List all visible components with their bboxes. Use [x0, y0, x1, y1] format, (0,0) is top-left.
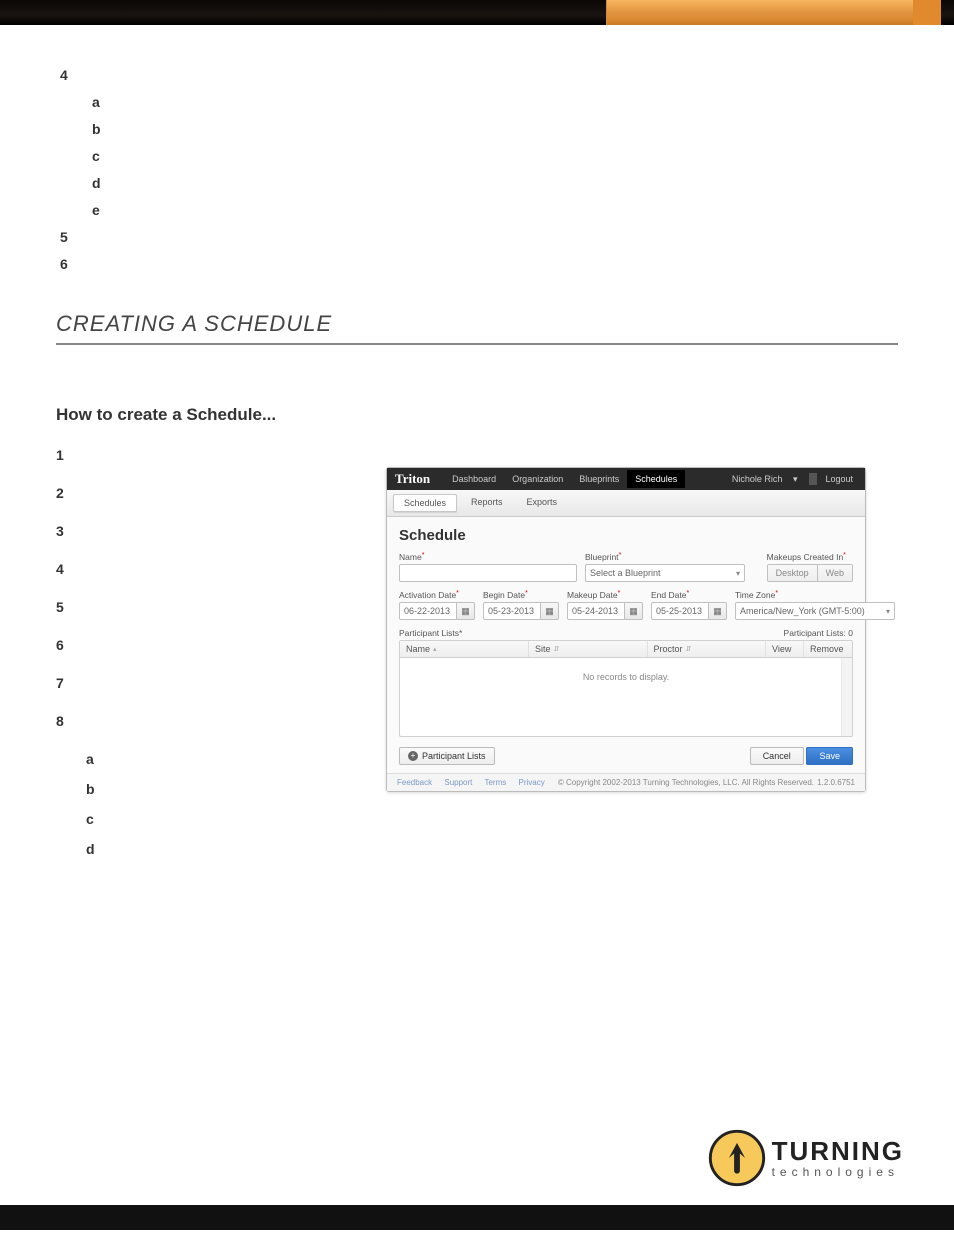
substep-letter: a: [86, 751, 110, 767]
list-letter: c: [88, 146, 114, 167]
list-letter: d: [88, 173, 114, 194]
list-number: 4: [56, 65, 86, 86]
step-number: 2: [56, 485, 82, 501]
app-screenshot: Triton Dashboard Organization Blueprints…: [386, 467, 866, 792]
logo-text-main: TURNING: [772, 1138, 904, 1164]
save-button[interactable]: Save: [806, 747, 853, 765]
makeup-date-input[interactable]: 05-24-2013▦: [567, 602, 643, 620]
step-number: 4: [56, 561, 82, 577]
footer-copyright: © Copyright 2002-2013 Turning Technologi…: [558, 778, 814, 787]
step-number: 5: [56, 599, 82, 615]
footer-privacy[interactable]: Privacy: [519, 778, 545, 787]
sub-nav: Schedules Reports Exports: [387, 490, 865, 517]
grid-empty: No records to display. ▴ ▾: [400, 658, 852, 736]
footer-version: 1.2.0.6751: [817, 778, 855, 787]
bottom-band: [0, 1205, 954, 1230]
activation-date-input[interactable]: 06-22-2013▦: [399, 602, 475, 620]
list-letter: a: [88, 92, 114, 113]
upper-numbered-list: 4 a b c d e 5 6: [56, 65, 898, 275]
main-nav: Dashboard Organization Blueprints Schedu…: [444, 470, 685, 488]
list-letter: b: [88, 119, 114, 140]
page-body: 4 a b c d e 5 6 CREATING A SCHEDULE How …: [0, 25, 954, 1205]
nav-schedules[interactable]: Schedules: [627, 470, 685, 488]
nav-blueprints[interactable]: Blueprints: [571, 470, 627, 488]
nav-dashboard[interactable]: Dashboard: [444, 470, 504, 488]
chevron-down-icon: ▾: [789, 474, 802, 484]
calendar-icon[interactable]: ▦: [625, 602, 643, 620]
makeups-label: Makeups Created In*: [767, 552, 853, 562]
section-title: CREATING A SCHEDULE: [56, 311, 898, 345]
col-name[interactable]: Name▴: [400, 641, 529, 657]
timezone-label: Time Zone*: [735, 590, 895, 600]
subnav-exports[interactable]: Exports: [517, 494, 568, 512]
calendar-icon[interactable]: ▦: [709, 602, 727, 620]
subnav-schedules[interactable]: Schedules: [393, 494, 457, 512]
sort-icon: ▴: [433, 645, 437, 653]
calendar-icon[interactable]: ▦: [541, 602, 559, 620]
footer-feedback[interactable]: Feedback: [397, 778, 432, 787]
seg-web[interactable]: Web: [817, 565, 852, 581]
participant-lists-label: Participant Lists*: [399, 628, 462, 638]
step-number: 3: [56, 523, 82, 539]
app-topbar: Triton Dashboard Organization Blueprints…: [387, 468, 865, 490]
end-date-input[interactable]: 05-25-2013▦: [651, 602, 727, 620]
makeups-segmented[interactable]: Desktop Web: [767, 564, 853, 582]
name-input[interactable]: [399, 564, 577, 582]
sort-icon: ⇵: [686, 645, 692, 653]
col-site[interactable]: Site⇵: [529, 641, 647, 657]
participant-lists-count: Participant Lists: 0: [784, 628, 853, 638]
subnav-reports[interactable]: Reports: [461, 494, 513, 512]
activation-date-label: Activation Date*: [399, 590, 475, 600]
logo-text-sub: technologies: [772, 1166, 904, 1178]
logout-link[interactable]: Logout: [821, 474, 857, 484]
step-number: 7: [56, 675, 82, 691]
list-number: 6: [56, 254, 86, 275]
footer-support[interactable]: Support: [444, 778, 472, 787]
scroll-down-icon[interactable]: ▾: [847, 727, 851, 735]
timezone-select[interactable]: America/New_York (GMT-5:00): [735, 602, 895, 620]
blueprint-label: Blueprint*: [585, 552, 759, 562]
nav-organization[interactable]: Organization: [504, 470, 571, 488]
step-number: 6: [56, 637, 82, 653]
step-number: 1: [56, 447, 82, 463]
list-number: 5: [56, 227, 86, 248]
sort-icon: ⇵: [554, 645, 560, 653]
footer-terms[interactable]: Terms: [484, 778, 506, 787]
name-label: Name*: [399, 552, 577, 562]
begin-date-label: Begin Date*: [483, 590, 559, 600]
panel-title: Schedule: [399, 527, 853, 544]
substep-letter: d: [86, 841, 110, 857]
add-participant-lists-button[interactable]: + Participant Lists: [399, 747, 495, 765]
turning-logo-icon: [708, 1129, 766, 1187]
substep-letter: c: [86, 811, 110, 827]
col-proctor[interactable]: Proctor⇵: [648, 641, 766, 657]
scroll-up-icon[interactable]: ▴: [847, 659, 851, 667]
blueprint-select[interactable]: Select a Blueprint: [585, 564, 745, 582]
col-remove: Remove: [804, 641, 852, 657]
makeup-date-label: Makeup Date*: [567, 590, 643, 600]
top-band: [0, 0, 954, 25]
app-footer: Feedback Support Terms Privacy © Copyrig…: [387, 773, 865, 791]
separator: [809, 473, 817, 485]
begin-date-input[interactable]: 05-23-2013▦: [483, 602, 559, 620]
substep-letter: b: [86, 781, 110, 797]
user-menu[interactable]: Nichole Rich ▾: [724, 474, 806, 485]
company-logo: TURNING technologies: [708, 1129, 904, 1187]
col-view: View: [766, 641, 804, 657]
steps-list: 1 2 3 4 5 6 7 8 a b c d: [56, 447, 376, 857]
calendar-icon[interactable]: ▦: [457, 602, 475, 620]
seg-desktop[interactable]: Desktop: [768, 565, 817, 581]
end-date-label: End Date*: [651, 590, 727, 600]
cancel-button[interactable]: Cancel: [750, 747, 804, 765]
participant-grid: Name▴ Site⇵ Proctor⇵ View Remove No reco…: [399, 640, 853, 737]
step-number: 8: [56, 713, 82, 729]
app-brand: Triton: [395, 471, 430, 487]
howto-heading: How to create a Schedule...: [56, 405, 898, 425]
list-letter: e: [88, 200, 114, 221]
plus-icon: +: [408, 751, 418, 761]
